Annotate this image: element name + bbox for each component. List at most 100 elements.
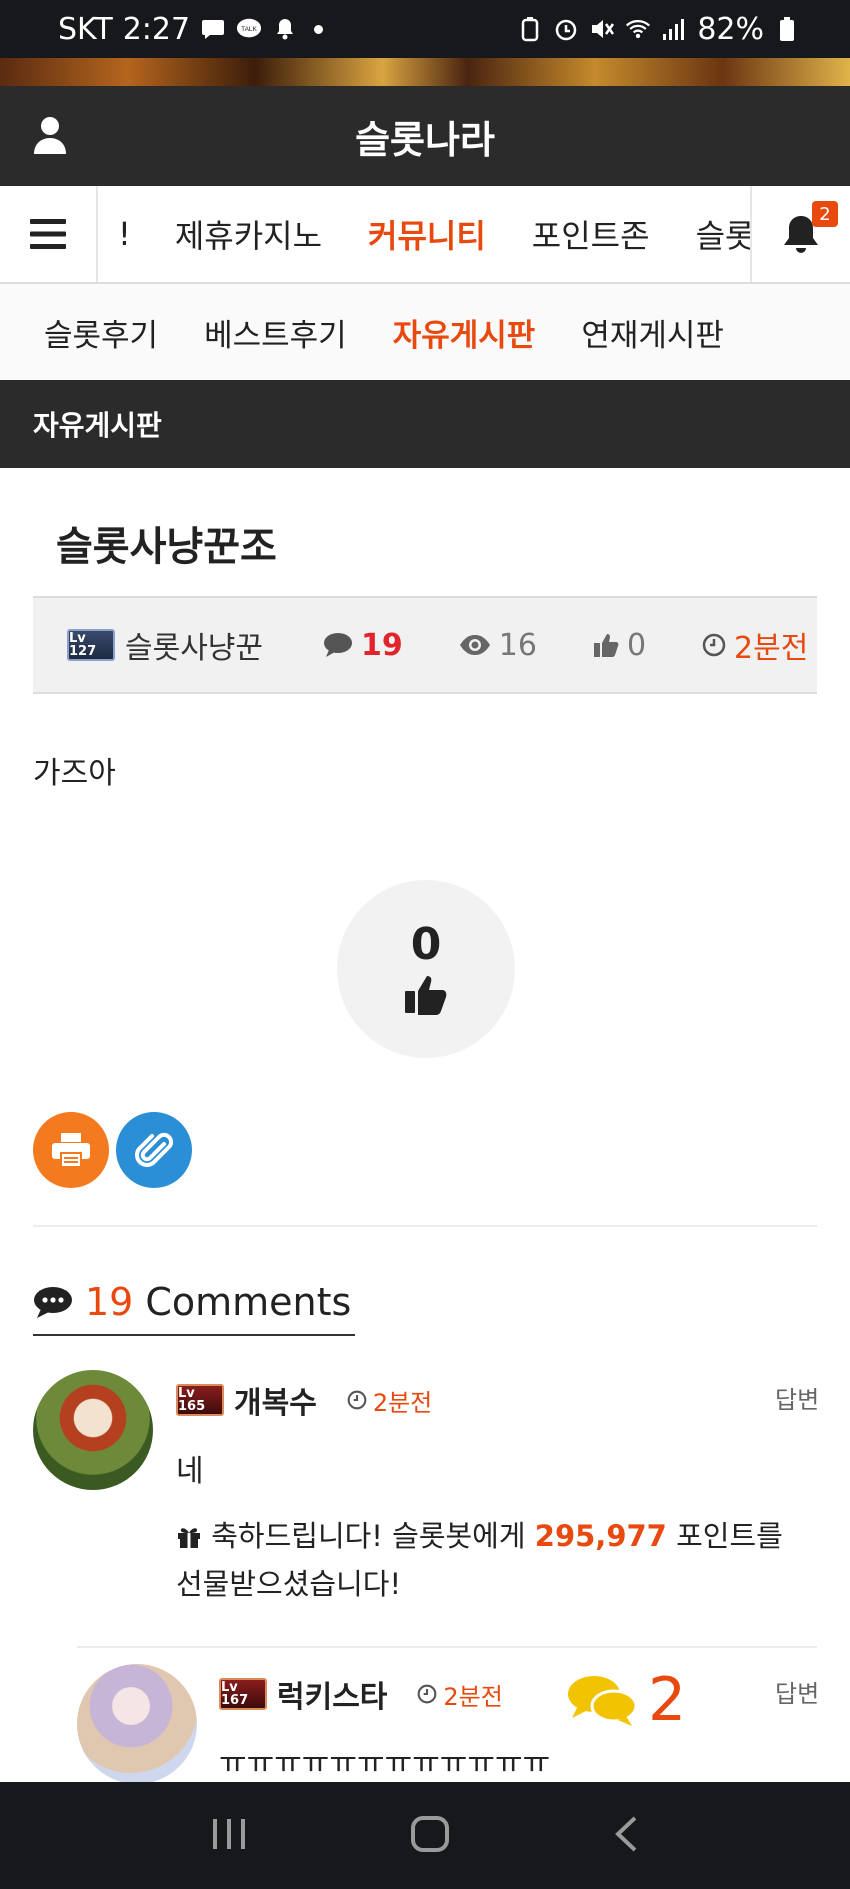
status-left: SKT 2:27 TALK — [58, 11, 324, 47]
commenter-level-badge: Lv 165 — [176, 1384, 224, 1416]
wifi-icon — [625, 16, 651, 42]
comment-icon — [324, 633, 352, 657]
sub-nav: 슬롯후기 베스트후기 자유게시판 연재게시판 — [0, 284, 850, 380]
avatar[interactable] — [33, 1370, 153, 1490]
section-title: 자유게시판 — [33, 409, 162, 442]
comment-count-value: 19 — [361, 627, 403, 663]
talk-label: TALK — [241, 26, 257, 33]
status-right: 82% — [517, 12, 800, 47]
commenter-name[interactable]: 개복수 — [234, 1378, 317, 1422]
home-button[interactable] — [410, 1815, 450, 1857]
nav-item-exclaim[interactable]: ! — [118, 215, 131, 253]
thumbs-up-icon — [405, 976, 447, 1015]
reply-button[interactable]: 답변 — [775, 1674, 819, 1709]
signal-icon — [661, 16, 687, 42]
gift-points: 295,977 — [534, 1519, 667, 1553]
recent-apps-icon — [213, 1818, 246, 1849]
battery-level: 82% — [697, 11, 764, 47]
comment-time-value: 2분전 — [372, 1388, 433, 1417]
gift-icon — [178, 1528, 200, 1548]
commenter-level-badge: Lv 167 — [219, 1678, 267, 1710]
clock-icon — [702, 633, 726, 657]
author-level-badge: Lv 127 — [67, 629, 115, 661]
hamburger-menu-icon — [30, 219, 66, 249]
comment-text: 네 — [176, 1454, 204, 1489]
comments-icon — [34, 1287, 72, 1318]
recommend-count: 0 — [410, 919, 442, 970]
message-icon — [200, 16, 226, 42]
notifications-button[interactable]: 2 — [750, 186, 850, 282]
site-header: 슬롯나라 — [0, 86, 850, 186]
nav-item-point-zone[interactable]: 포인트존 — [532, 211, 650, 257]
mute-icon — [589, 16, 615, 42]
post-meta-bar: Lv 127 슬롯사냥꾼 19 16 0 2분전 — [33, 596, 817, 694]
comments-label: Comments — [145, 1280, 352, 1324]
nav-item-partner-casino[interactable]: 제휴카지노 — [175, 211, 322, 257]
comment-header: Lv 167 럭키스타 2분전 — [219, 1672, 503, 1716]
notification-count-badge: 2 — [812, 201, 838, 227]
banner-image[interactable] — [0, 58, 850, 86]
comment-time: 2분전 — [347, 1383, 432, 1418]
clock: 2:27 — [122, 11, 191, 47]
system-nav-bar — [0, 1782, 850, 1889]
sub-nav-serial-board[interactable]: 연재게시판 — [581, 310, 724, 355]
nav-item-slot[interactable]: 슬롯 — [696, 211, 750, 257]
status-bar: SKT 2:27 TALK 82% — [0, 0, 850, 58]
view-count-value: 16 — [498, 627, 537, 663]
post-time-value: 2분전 — [734, 631, 809, 666]
avatar[interactable] — [77, 1664, 197, 1784]
battery-saver-icon — [517, 16, 543, 42]
gift-notice: 축하드립니다! 슬롯봇에게 295,977 포인트를 선물받으셨습니다! — [176, 1512, 806, 1608]
main-nav-items: ! 제휴카지노 커뮤니티 포인트존 슬롯 — [98, 186, 750, 282]
post-like-count: 0 — [593, 628, 646, 663]
section-title-bar: 자유게시판 — [0, 380, 850, 468]
attachment-link-button[interactable] — [116, 1112, 192, 1188]
post-comment-count: 19 — [323, 628, 403, 663]
reply-button[interactable]: 답변 — [775, 1380, 819, 1415]
notification-bell-icon — [272, 16, 298, 42]
site-title[interactable]: 슬롯나라 — [355, 109, 495, 164]
kakaotalk-icon: TALK — [236, 16, 262, 42]
post-view-count: 16 — [459, 628, 537, 663]
gift-prefix: 축하드립니다! 슬롯봇에게 — [211, 1519, 526, 1553]
recent-apps-button[interactable] — [211, 1817, 247, 1855]
sub-nav-best-review[interactable]: 베스트후기 — [204, 310, 347, 355]
back-icon — [614, 1816, 637, 1851]
back-button[interactable] — [613, 1815, 639, 1857]
like-count-value: 0 — [626, 627, 647, 663]
sub-nav-slot-review[interactable]: 슬롯후기 — [44, 310, 158, 355]
user-button[interactable] — [32, 116, 68, 156]
thumbs-up-icon — [593, 634, 619, 657]
comment-text: ㅠㅠㅠㅠㅠㅠㅠㅠㅠㅠㅠㅠ — [219, 1746, 551, 1781]
sub-nav-free-board[interactable]: 자유게시판 — [393, 310, 536, 355]
post-body: 가즈아 — [33, 756, 116, 791]
post-author[interactable]: 슬롯사냥꾼 — [125, 623, 263, 667]
clock-icon — [347, 1390, 367, 1410]
comment-divider — [77, 1646, 817, 1648]
nav-item-community[interactable]: 커뮤니티 — [368, 211, 486, 257]
print-button[interactable] — [33, 1112, 109, 1188]
comment-header: Lv 165 개복수 2분전 — [176, 1378, 432, 1422]
post-time: 2분전 — [702, 623, 808, 667]
recommend-button[interactable]: 0 — [337, 880, 515, 1058]
commenter-name[interactable]: 럭키스타 — [277, 1672, 387, 1716]
user-icon — [34, 117, 66, 154]
comment-time-value: 2분전 — [443, 1682, 503, 1711]
post-title: 슬롯사냥꾼조 — [56, 524, 277, 570]
comment-time: 2분전 — [417, 1677, 503, 1712]
comments-header: 19 Comments — [33, 1270, 356, 1336]
reply-count-indicator[interactable]: 2 — [566, 1670, 686, 1730]
home-icon — [410, 1815, 449, 1852]
main-nav: ! 제휴카지노 커뮤니티 포인트존 슬롯 2 — [0, 186, 850, 284]
clock-icon — [418, 1684, 437, 1704]
battery-icon — [774, 16, 800, 42]
reply-count-value: 2 — [648, 1665, 687, 1735]
menu-button[interactable] — [0, 186, 98, 282]
print-icon — [52, 1133, 90, 1168]
chat-bubbles-icon — [568, 1676, 638, 1726]
carrier-label: SKT — [58, 11, 113, 47]
more-dot-icon — [314, 24, 324, 34]
content-divider — [33, 1225, 817, 1227]
alarm-icon — [553, 16, 579, 42]
paperclip-icon — [135, 1132, 173, 1167]
